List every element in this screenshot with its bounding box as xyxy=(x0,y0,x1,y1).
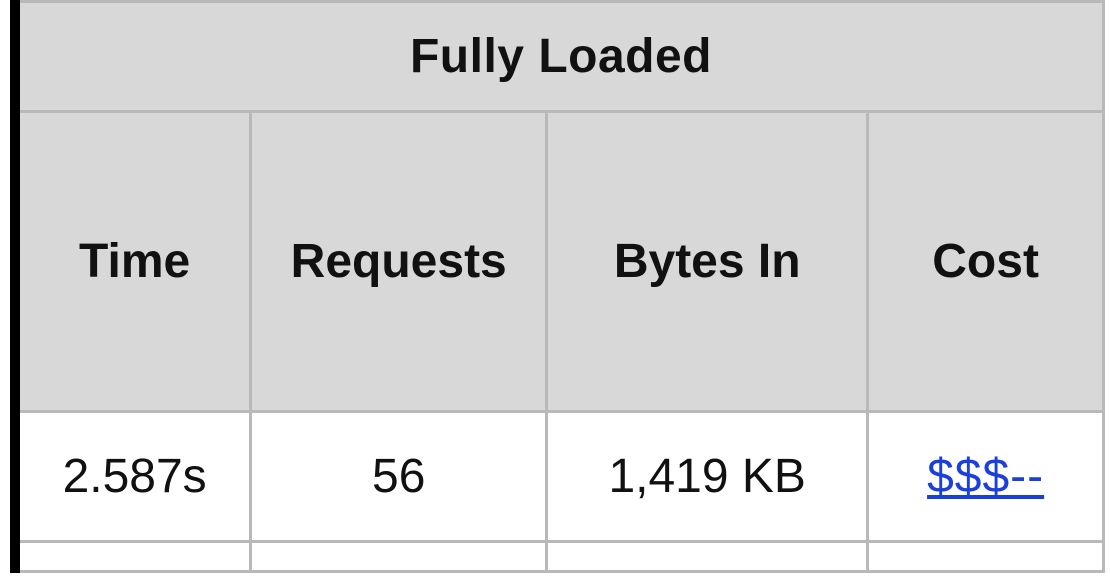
cell-empty xyxy=(15,542,251,572)
table-title: Fully Loaded xyxy=(15,2,1104,112)
cell-bytes-in: 1,419 KB xyxy=(547,412,868,542)
table-row xyxy=(15,542,1104,572)
col-header-requests: Requests xyxy=(251,112,547,412)
cost-link[interactable]: $$$-- xyxy=(927,450,1044,503)
cell-time: 2.587s xyxy=(15,412,251,542)
cell-cost: $$$-- xyxy=(868,412,1104,542)
table-row: 2.587s 56 1,419 KB $$$-- xyxy=(15,412,1104,542)
col-header-time: Time xyxy=(15,112,251,412)
cell-requests: 56 xyxy=(251,412,547,542)
fully-loaded-table: Fully Loaded Time Requests Bytes In Cost… xyxy=(10,0,1105,573)
cell-empty xyxy=(251,542,547,572)
cell-empty xyxy=(868,542,1104,572)
col-header-cost: Cost xyxy=(868,112,1104,412)
performance-table-panel: Fully Loaded Time Requests Bytes In Cost… xyxy=(0,0,1110,588)
cell-empty xyxy=(547,542,868,572)
col-header-bytes-in: Bytes In xyxy=(547,112,868,412)
